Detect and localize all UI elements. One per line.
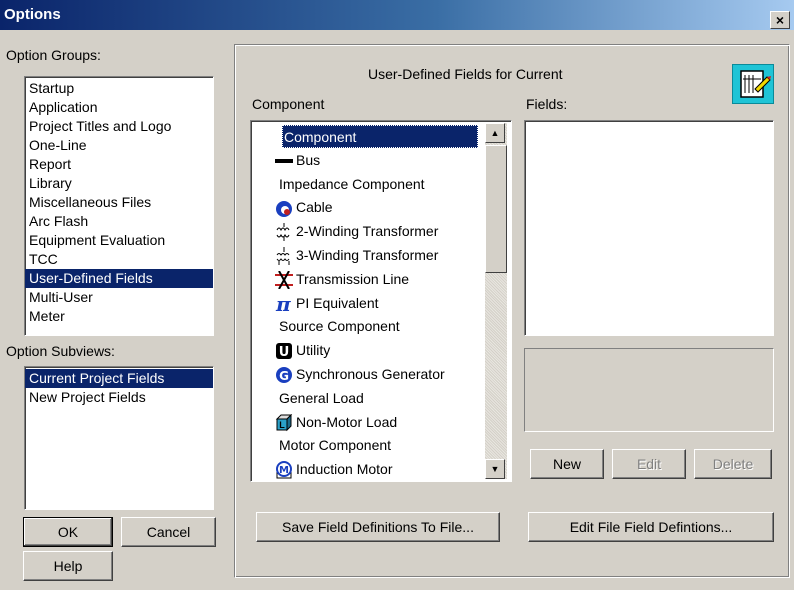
component-list-item[interactable]: U Utility <box>275 339 330 362</box>
component-list-item[interactable]: Source Component <box>279 315 400 338</box>
component-list-item[interactable]: Bus <box>275 149 320 172</box>
option-group-item[interactable]: Multi-User <box>25 288 213 307</box>
component-item-label: Induction Motor <box>296 461 393 478</box>
option-group-item[interactable]: Report <box>25 155 213 174</box>
component-list[interactable]: Component Bus Impedance Component Cable 2-Wi… <box>250 120 512 482</box>
option-group-item[interactable]: Miscellaneous Files <box>25 193 213 212</box>
component-list-item[interactable]: Impedance Component <box>279 173 425 196</box>
component-list-item[interactable]: L Non-Motor Load <box>275 411 397 434</box>
panel-header: User-Defined Fields for Current <box>368 66 563 82</box>
edit-field-button[interactable]: Edit <box>612 449 686 479</box>
component-list-item[interactable]: 2-Winding Transformer <box>275 220 438 243</box>
component-item-label: Component <box>284 129 357 145</box>
component-list-item[interactable]: Cable <box>275 196 333 219</box>
new-field-button[interactable]: New <box>530 449 604 479</box>
component-list-item[interactable]: Component <box>282 125 478 148</box>
component-item-label: General Load <box>279 389 364 406</box>
close-button[interactable]: × <box>770 11 790 29</box>
component-item-label: Non-Motor Load <box>296 413 398 430</box>
transformer-2w-icon <box>275 223 293 242</box>
component-item-label: PI Equivalent <box>296 294 379 311</box>
fields-list[interactable] <box>524 120 774 336</box>
field-details-area <box>524 348 774 432</box>
component-item-label: Motor Component <box>279 437 392 454</box>
edit-file-field-definitions-button[interactable]: Edit File Field Defintions... <box>528 512 774 542</box>
option-subviews-list[interactable]: Current Project Fields New Project Fields <box>24 366 214 510</box>
component-item-label: 2-Winding Transformer <box>296 223 439 240</box>
component-list-item[interactable]: M Induction Motor <box>275 458 393 481</box>
component-list-item[interactable]: π PI Equivalent <box>275 292 379 316</box>
transformer-3w-icon <box>275 247 293 266</box>
generator-icon: G <box>275 366 293 384</box>
option-group-item[interactable]: Equipment Evaluation <box>25 231 213 250</box>
option-group-item[interactable]: User-Defined Fields <box>25 269 213 288</box>
component-list-item[interactable]: General Load <box>279 387 364 410</box>
scroll-down-button[interactable]: ▼ <box>485 459 505 479</box>
component-list-item[interactable]: Transmission Line <box>275 268 409 291</box>
option-group-item[interactable]: One-Line <box>25 136 213 155</box>
fields-editor-icon <box>732 64 774 104</box>
option-group-item[interactable]: Library <box>25 174 213 193</box>
utility-icon: U <box>275 342 293 360</box>
component-item-label: Bus <box>296 151 321 168</box>
component-list-item[interactable]: G Synchronous Generator <box>275 363 445 386</box>
option-group-item[interactable]: TCC <box>25 250 213 269</box>
svg-text:M: M <box>279 465 289 476</box>
option-group-item[interactable]: Startup <box>25 79 213 98</box>
ok-button[interactable]: OK <box>23 517 113 547</box>
cancel-button[interactable]: Cancel <box>121 517 216 547</box>
svg-text:π: π <box>275 295 291 313</box>
component-item-label: Utility <box>296 342 331 359</box>
option-subview-item[interactable]: New Project Fields <box>25 388 213 407</box>
component-item-label: Synchronous Generator <box>296 366 445 382</box>
motor-icon: M <box>275 461 293 479</box>
pi-icon: π <box>275 292 293 316</box>
svg-text:U: U <box>279 345 290 360</box>
option-subview-item[interactable]: Current Project Fields <box>25 369 213 388</box>
bus-icon <box>275 152 293 170</box>
option-group-item[interactable]: Arc Flash <box>25 212 213 231</box>
component-list-item[interactable]: 3-Winding Transformer <box>275 244 438 267</box>
cable-icon <box>275 200 293 218</box>
component-item-label: Transmission Line <box>296 270 410 287</box>
option-groups-list[interactable]: Startup Application Project Titles and Log… <box>24 76 214 336</box>
svg-text:L: L <box>279 420 285 430</box>
option-groups-label: Option Groups: <box>6 47 101 63</box>
option-subviews-label: Option Subviews: <box>6 343 115 359</box>
save-field-definitions-button[interactable]: Save Field Definitions To File... <box>256 512 500 542</box>
option-group-item[interactable]: Meter <box>25 307 213 326</box>
option-group-item[interactable]: Application <box>25 98 213 117</box>
component-list-item[interactable]: Motor Component <box>279 434 391 457</box>
component-item-label: Cable <box>296 199 333 216</box>
window-title: Options <box>4 6 61 23</box>
option-group-item[interactable]: Project Titles and Logo <box>25 117 213 136</box>
scroll-thumb[interactable] <box>485 145 507 273</box>
help-button[interactable]: Help <box>23 551 113 581</box>
load-icon: L <box>275 413 293 432</box>
title-bar: Options × <box>0 0 794 30</box>
transmission-line-icon <box>275 270 293 290</box>
scroll-up-button[interactable]: ▲ <box>485 123 505 143</box>
delete-field-button[interactable]: Delete <box>694 449 772 479</box>
component-item-label: 3-Winding Transformer <box>296 247 439 263</box>
component-item-label: Source Component <box>279 318 400 335</box>
svg-text:G: G <box>279 369 289 383</box>
component-scrollbar[interactable]: ▲ ▼ <box>485 123 507 479</box>
component-item-label: Impedance Component <box>279 175 425 192</box>
fields-label: Fields: <box>526 96 568 112</box>
component-label: Component <box>252 96 325 112</box>
